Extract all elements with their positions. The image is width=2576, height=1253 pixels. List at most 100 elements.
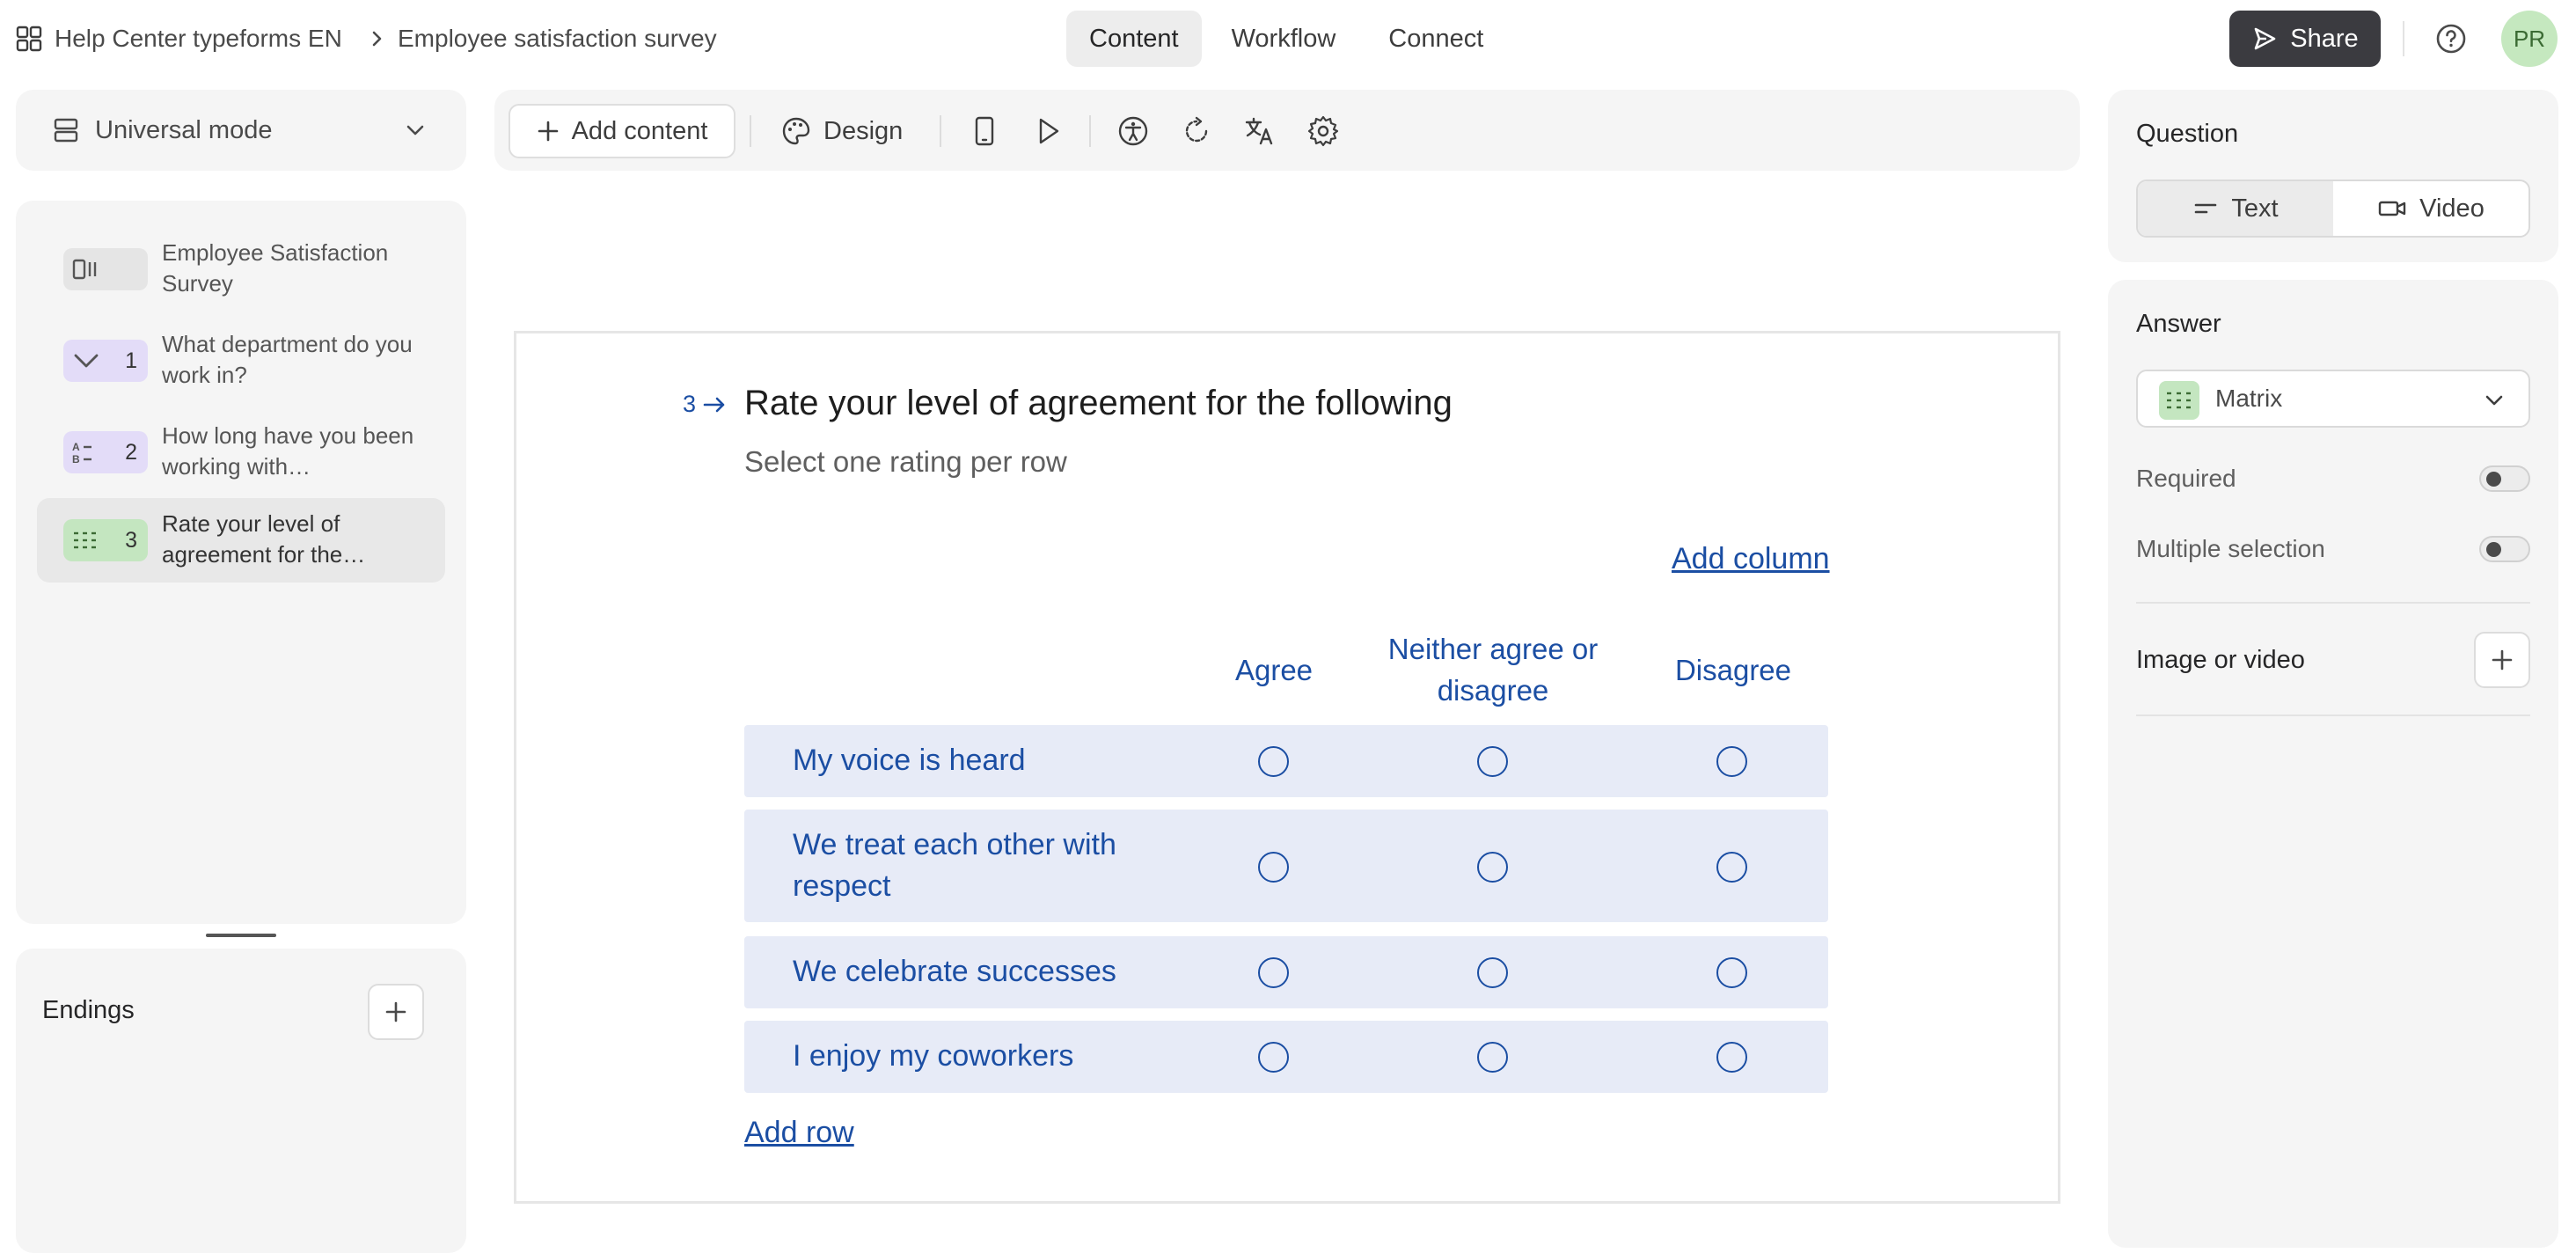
- video-camera-icon: [2378, 201, 2406, 216]
- settings-gear-icon[interactable]: [1306, 114, 1340, 148]
- radio-option[interactable]: [1477, 957, 1508, 988]
- tab-connect[interactable]: Connect: [1365, 11, 1506, 67]
- column-header-disagree[interactable]: Disagree: [1654, 649, 1812, 691]
- text-tab-label: Text: [2231, 194, 2279, 223]
- radio-option[interactable]: [1716, 746, 1747, 777]
- radio-option[interactable]: [1477, 746, 1508, 777]
- arrow-right-icon: [703, 397, 725, 412]
- question-number-text: 3: [683, 391, 697, 417]
- answer-type-label: Matrix: [2215, 385, 2283, 412]
- text-tab[interactable]: Text: [2138, 181, 2333, 236]
- column-header-agree[interactable]: Agree: [1212, 649, 1336, 691]
- row-label[interactable]: We celebrate successes: [793, 951, 1116, 993]
- question-item-3[interactable]: 3 Rate your level of agreement for the…: [37, 498, 445, 583]
- question-number: 2: [125, 439, 137, 465]
- design-button[interactable]: Design: [781, 104, 903, 158]
- question-item-2[interactable]: A B 2 How long have you been working wit…: [37, 410, 445, 495]
- multiple-selection-toggle[interactable]: [2479, 536, 2530, 562]
- translate-icon[interactable]: [1243, 114, 1277, 148]
- radio-option[interactable]: [1258, 852, 1289, 883]
- layout-icon: [54, 118, 78, 143]
- question-number-label: 3: [683, 391, 728, 418]
- logic-refresh-icon[interactable]: [1180, 114, 1213, 148]
- matrix-row: We treat each other with respect: [744, 810, 1828, 922]
- add-ending-button[interactable]: [368, 984, 424, 1040]
- play-preview-icon[interactable]: [1031, 114, 1065, 148]
- mobile-preview-icon[interactable]: [968, 114, 1001, 148]
- multiple-choice-icon: A B: [72, 441, 91, 465]
- mode-selector[interactable]: Universal mode: [16, 90, 466, 171]
- add-content-button[interactable]: Add content: [509, 104, 735, 158]
- matrix-row: We celebrate successes: [744, 936, 1828, 1008]
- image-video-label: Image or video: [2136, 646, 2305, 674]
- plus-icon: [538, 121, 558, 142]
- add-row-link[interactable]: Add row: [744, 1116, 854, 1150]
- help-icon[interactable]: [2435, 23, 2467, 55]
- main-tabs: Content Workflow Connect: [1066, 11, 1506, 67]
- toolbar-divider: [1089, 115, 1091, 147]
- chevron-right-icon: [372, 31, 382, 47]
- row-label[interactable]: We treat each other with respect: [793, 824, 1197, 907]
- breadcrumb-workspace[interactable]: Help Center typeforms EN: [55, 0, 342, 77]
- required-toggle[interactable]: [2479, 465, 2530, 492]
- question-heading: Question: [2136, 120, 2239, 148]
- dropdown-chevron-icon: [74, 354, 99, 368]
- answer-type-select[interactable]: Matrix: [2136, 370, 2530, 428]
- share-button[interactable]: Share: [2229, 11, 2381, 67]
- radio-option[interactable]: [1258, 1042, 1289, 1073]
- send-icon: [2254, 27, 2276, 50]
- svg-text:B: B: [72, 453, 80, 465]
- matrix-row: I enjoy my coworkers: [744, 1021, 1828, 1093]
- question-badge: A B 2: [63, 431, 148, 473]
- avatar[interactable]: PR: [2501, 11, 2558, 67]
- top-bar: Help Center typeforms EN Employee satisf…: [0, 0, 2576, 77]
- palette-icon: [782, 117, 810, 145]
- radio-option[interactable]: [1477, 1042, 1508, 1073]
- radio-option[interactable]: [1716, 852, 1747, 883]
- share-label: Share: [2290, 24, 2359, 53]
- toggle-knob: [2486, 472, 2501, 487]
- matrix-row: My voice is heard: [744, 725, 1828, 797]
- radio-option[interactable]: [1258, 957, 1289, 988]
- question-type-toggle: Text Video: [2136, 180, 2530, 238]
- matrix-badge: [2159, 381, 2199, 420]
- row-label[interactable]: My voice is heard: [793, 740, 1026, 781]
- answer-heading: Answer: [2136, 310, 2221, 338]
- toolbar-divider: [750, 115, 751, 147]
- matrix-icon: [74, 531, 96, 549]
- apps-grid-icon[interactable]: [16, 26, 42, 52]
- video-tab[interactable]: Video: [2333, 181, 2528, 236]
- row-label[interactable]: I enjoy my coworkers: [793, 1036, 1073, 1077]
- header-divider: [2403, 21, 2404, 56]
- question-description[interactable]: Select one rating per row: [744, 445, 1067, 479]
- endings-label: Endings: [42, 996, 135, 1024]
- question-item-1[interactable]: 1 What department do you work in?: [37, 319, 445, 403]
- add-column-link[interactable]: Add column: [1672, 542, 1830, 576]
- required-label: Required: [2136, 465, 2236, 492]
- column-header-neither[interactable]: Neither agree or disagree: [1369, 628, 1617, 711]
- question-title[interactable]: Rate your level of agreement for the fol…: [744, 384, 1453, 423]
- question-item-welcome[interactable]: Employee Satisfaction Survey: [37, 227, 445, 311]
- radio-option[interactable]: [1477, 852, 1508, 883]
- question-badge: 3: [63, 519, 148, 561]
- add-media-button[interactable]: [2474, 632, 2530, 688]
- radio-option[interactable]: [1716, 957, 1747, 988]
- breadcrumb-form[interactable]: Employee satisfaction survey: [398, 0, 717, 77]
- question-badge: 1: [63, 340, 148, 382]
- tab-workflow[interactable]: Workflow: [1209, 11, 1359, 67]
- plus-icon: [2492, 649, 2513, 670]
- question-number: 1: [125, 348, 137, 373]
- accessibility-icon[interactable]: [1116, 114, 1150, 148]
- section-divider: [2136, 714, 2530, 716]
- panel-resize-handle[interactable]: [206, 934, 276, 937]
- text-lines-icon: [2195, 203, 2217, 214]
- radio-option[interactable]: [1258, 746, 1289, 777]
- plus-icon: [385, 1001, 406, 1022]
- question-list-panel: Employee Satisfaction Survey 1 What depa…: [16, 201, 466, 924]
- tab-content[interactable]: Content: [1066, 11, 1202, 67]
- radio-option[interactable]: [1716, 1042, 1747, 1073]
- video-tab-label: Video: [2419, 194, 2485, 223]
- section-divider: [2136, 602, 2530, 604]
- matrix-icon: [2167, 392, 2191, 409]
- welcome-screen-icon: [72, 259, 97, 280]
